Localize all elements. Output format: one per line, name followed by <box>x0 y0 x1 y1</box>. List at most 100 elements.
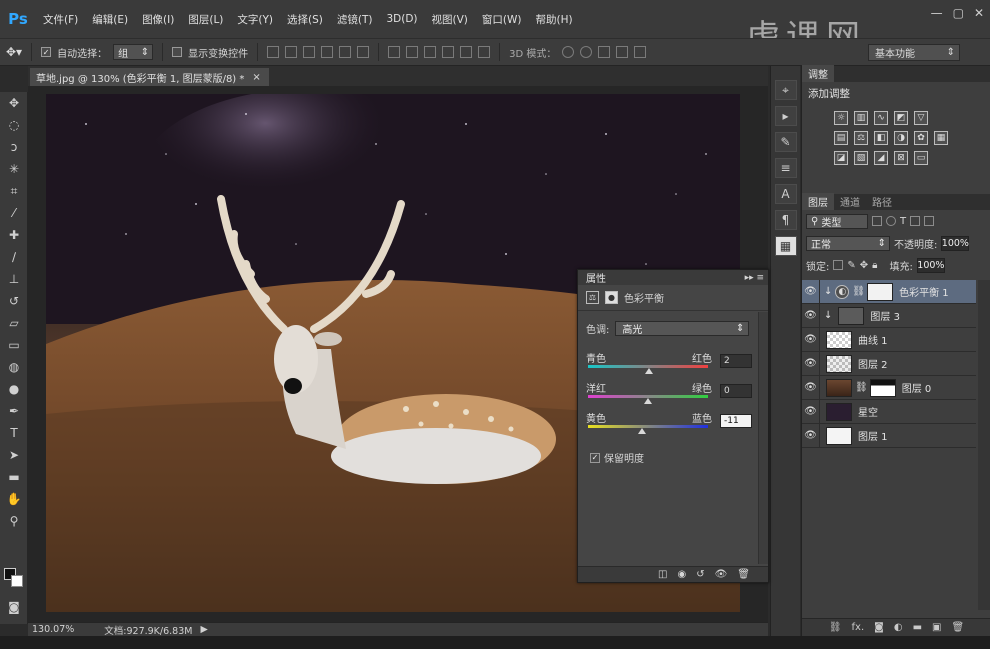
mask-icon[interactable]: ● <box>605 291 618 304</box>
background-color-swatch[interactable] <box>11 575 23 587</box>
eye-icon[interactable]: 👁︎ <box>802 399 820 424</box>
tab-channels[interactable]: 通道 <box>834 193 866 210</box>
blur-tool-icon[interactable]: ◍ <box>0 356 28 378</box>
brush-presets-icon[interactable]: ≡ <box>774 158 797 178</box>
channel-mixer-icon[interactable]: ✿ <box>914 131 928 145</box>
paragraph-panel-icon[interactable]: ¶ <box>774 210 797 230</box>
path-selection-tool-icon[interactable]: ➤ <box>0 444 28 466</box>
roll-3d-icon[interactable] <box>580 46 593 58</box>
link-layers-icon[interactable]: ⛓︎ <box>829 622 842 633</box>
curves-icon[interactable]: ∿ <box>874 111 888 125</box>
menu-select[interactable]: 选择(S) <box>280 12 330 27</box>
history-brush-tool-icon[interactable]: ↺ <box>0 290 28 312</box>
opacity-field[interactable]: 100% <box>941 235 970 251</box>
slider-value-field[interactable]: 0 <box>720 384 752 398</box>
hue-saturation-icon[interactable]: ▤ <box>834 131 848 145</box>
eye-icon[interactable]: 👁︎ <box>802 375 820 400</box>
delete-layer-icon[interactable]: 🗑︎ <box>951 622 964 633</box>
exposure-icon[interactable]: ◩ <box>894 111 908 125</box>
menu-type[interactable]: 文字(Y) <box>230 12 280 27</box>
blend-mode-dropdown[interactable]: 正常 ⇕ <box>806 235 890 251</box>
color-lookup-icon[interactable]: ▦ <box>934 131 948 145</box>
distribute-right-icon[interactable] <box>478 46 491 58</box>
eraser-tool-icon[interactable]: ▱ <box>0 312 28 334</box>
view-previous-icon[interactable]: ◉ <box>677 569 686 580</box>
shape-tool-icon[interactable]: ▬ <box>0 466 28 488</box>
close-tab-icon[interactable]: × <box>252 72 260 83</box>
close-icon[interactable]: ✕ <box>974 6 984 20</box>
distribute-bottom-icon[interactable] <box>424 46 437 58</box>
magic-wand-tool-icon[interactable]: ✳ <box>0 158 28 180</box>
filter-pixel-icon[interactable] <box>872 216 882 226</box>
preserve-luminosity-checkbox[interactable]: ✓ <box>590 452 600 463</box>
drag-3d-icon[interactable] <box>598 46 611 58</box>
layer-filter-dropdown[interactable]: ⚲ 类型 <box>806 213 868 229</box>
layer-row[interactable]: 👁︎ 图层 2 <box>802 351 976 376</box>
visibility-icon[interactable]: 👁︎ <box>715 569 728 580</box>
tab-paths[interactable]: 路径 <box>866 193 898 210</box>
scale-3d-icon[interactable] <box>634 46 647 58</box>
layers-scrollbar[interactable] <box>978 280 990 610</box>
reset-icon[interactable]: ↺ <box>696 569 704 580</box>
filter-smart-object-icon[interactable] <box>924 216 935 226</box>
brush-panel-icon[interactable]: ✎ <box>774 132 797 152</box>
invert-icon[interactable]: ◪ <box>834 151 848 165</box>
lock-image-icon[interactable]: ✎ <box>847 260 855 271</box>
rotate-3d-icon[interactable] <box>562 46 575 58</box>
gradient-tool-icon[interactable]: ▭ <box>0 334 28 356</box>
panel-menu-icon[interactable]: ▸▸ ≡ <box>745 273 764 283</box>
show-transform-checkbox[interactable] <box>172 47 183 57</box>
healing-brush-tool-icon[interactable]: ✚ <box>0 224 28 246</box>
fx-icon[interactable]: fx. <box>852 622 865 633</box>
add-mask-icon[interactable]: ◙ <box>874 622 884 633</box>
move-tool-icon[interactable]: ✥▾ <box>6 45 22 59</box>
properties-scrollbar[interactable] <box>758 312 768 564</box>
vibrance-icon[interactable]: ▽ <box>914 111 928 125</box>
align-hcenter-icon[interactable] <box>339 46 352 58</box>
slider-thumb[interactable] <box>638 428 646 434</box>
crop-tool-icon[interactable]: ⌗ <box>0 180 28 202</box>
zoom-tool-icon[interactable]: ⚲ <box>0 510 28 532</box>
marquee-tool-icon[interactable]: ◌ <box>0 114 28 136</box>
slider-thumb[interactable] <box>644 398 652 404</box>
tone-dropdown[interactable]: 高光 ⇕ <box>615 321 750 336</box>
layer-row[interactable]: 👁︎ ⛓︎ 图层 0 <box>802 375 976 400</box>
menu-3d[interactable]: 3D(D) <box>379 13 424 25</box>
align-right-icon[interactable] <box>357 46 370 58</box>
eye-icon[interactable]: 👁︎ <box>802 423 820 448</box>
slider-track[interactable] <box>588 425 708 428</box>
menu-edit[interactable]: 编辑(E) <box>85 12 135 27</box>
new-layer-icon[interactable]: ▣ <box>932 622 941 633</box>
posterize-icon[interactable]: ▧ <box>854 151 868 165</box>
type-tool-icon[interactable]: T <box>0 422 28 444</box>
document-tab[interactable]: 草地.jpg @ 130% (色彩平衡 1, 图层蒙版/8) * × <box>30 68 269 86</box>
character-panel-icon[interactable]: A <box>774 184 797 204</box>
distribute-vcenter-icon[interactable] <box>406 46 419 58</box>
align-top-icon[interactable] <box>267 46 280 58</box>
menu-filter[interactable]: 滤镜(T) <box>330 12 380 27</box>
photo-filter-icon[interactable]: ◑ <box>894 131 908 145</box>
slide-3d-icon[interactable] <box>616 46 629 58</box>
quick-mask-icon[interactable]: ◙ <box>0 596 28 618</box>
eye-icon[interactable]: 👁︎ <box>802 303 820 328</box>
menu-layer[interactable]: 图层(L) <box>181 12 230 27</box>
new-group-icon[interactable]: ▬ <box>913 622 922 633</box>
menu-help[interactable]: 帮助(H) <box>529 12 580 27</box>
menu-file[interactable]: 文件(F) <box>36 12 85 27</box>
black-white-icon[interactable]: ◧ <box>874 131 888 145</box>
layer-row-color-balance[interactable]: 👁︎ ↓ ◐ ⛓︎ 色彩平衡 1 <box>802 279 976 304</box>
menu-view[interactable]: 视图(V) <box>425 12 475 27</box>
zoom-level[interactable]: 130.07% <box>32 624 74 635</box>
fill-field[interactable]: 100% <box>916 257 945 273</box>
eye-icon[interactable]: 👁︎ <box>802 327 820 352</box>
workspace-dropdown[interactable]: 基本功能 ⇕ <box>868 44 960 61</box>
layer-row[interactable]: 👁︎ 星空 <box>802 399 976 424</box>
delete-adjustment-icon[interactable]: 🗑︎ <box>737 569 750 580</box>
properties-panel-icon[interactable]: ▦ <box>774 236 797 256</box>
status-menu-icon[interactable]: ▶ <box>200 624 207 635</box>
maximize-icon[interactable]: ▢ <box>953 6 964 20</box>
hand-tool-icon[interactable]: ✋ <box>0 488 28 510</box>
tab-properties[interactable]: 属性 <box>582 270 610 285</box>
auto-select-dropdown[interactable]: 组 ⇕ <box>113 44 154 60</box>
move-tool-icon[interactable]: ✥ <box>0 92 28 114</box>
